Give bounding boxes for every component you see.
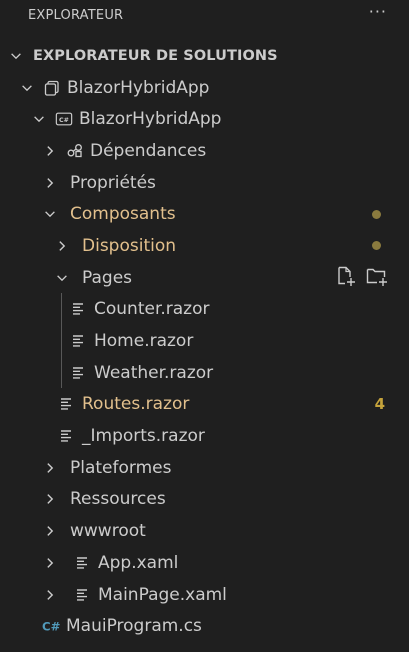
xaml-file-icon xyxy=(74,586,92,604)
chevron-down-icon xyxy=(8,48,24,64)
tree-item-label: Routes.razor xyxy=(82,394,190,415)
razor-file-icon xyxy=(70,332,88,350)
tree-item-label: wwwroot xyxy=(70,521,146,542)
tree-item-label: Counter.razor xyxy=(94,299,210,320)
indent-guide xyxy=(61,293,62,388)
chevron-down-icon xyxy=(42,206,58,222)
razor-file-icon xyxy=(58,395,76,413)
explorer-title: EXPLORATEUR xyxy=(28,7,124,23)
tree-item-label: Ressources xyxy=(70,489,166,510)
solution-explorer-tree: EXPLORATEUR DE SOLUTIONS BlazorHybridApp… xyxy=(0,40,409,642)
chevron-right-icon xyxy=(42,491,58,507)
tree-item-app-xaml[interactable]: App.xaml xyxy=(0,547,409,579)
tree-item-wwwroot[interactable]: wwwroot xyxy=(0,515,409,547)
tree-item-project[interactable]: C# BlazorHybridApp xyxy=(0,103,409,135)
new-file-icon[interactable] xyxy=(335,265,357,291)
tree-item-label: BlazorHybridApp xyxy=(67,77,210,98)
tree-item-label: Propriétés xyxy=(70,172,156,193)
chevron-right-icon xyxy=(42,460,58,476)
chevron-right-icon xyxy=(42,143,58,159)
tree-item-label: Pages xyxy=(82,267,133,288)
tree-item-label: Plateformes xyxy=(70,457,172,478)
tree-item-label: Home.razor xyxy=(94,331,194,352)
tree-item-label: Composants xyxy=(70,204,176,225)
tree-item-imports[interactable]: _Imports.razor xyxy=(0,420,409,452)
tree-item-routes[interactable]: Routes.razor 4 xyxy=(0,389,409,421)
tree-item-properties[interactable]: Propriétés xyxy=(0,167,409,199)
csharp-file-icon: C# xyxy=(42,617,60,635)
tree-item-label: MauiProgram.cs xyxy=(66,616,202,637)
modified-dot xyxy=(372,241,381,251)
razor-file-icon xyxy=(58,427,76,445)
tree-item-mauiprogram[interactable]: C# MauiProgram.cs xyxy=(0,610,409,642)
more-actions-icon[interactable]: ··· xyxy=(369,4,387,20)
solution-icon xyxy=(43,79,61,97)
tree-item-label: App.xaml xyxy=(98,552,179,573)
chevron-right-icon xyxy=(42,523,58,539)
tree-item-solution[interactable]: BlazorHybridApp xyxy=(0,72,409,104)
explorer-header: EXPLORATEUR ··· xyxy=(0,0,409,30)
tree-item-label: BlazorHybridApp xyxy=(79,109,222,130)
razor-file-icon xyxy=(70,364,88,382)
chevron-right-icon xyxy=(42,555,58,571)
modified-dot xyxy=(372,209,381,219)
tree-item-label: MainPage.xaml xyxy=(98,584,227,605)
section-header-solution-explorer[interactable]: EXPLORATEUR DE SOLUTIONS xyxy=(0,40,409,72)
tree-item-label: _Imports.razor xyxy=(82,426,205,447)
tree-item-dependencies[interactable]: Dépendances xyxy=(0,135,409,167)
tree-item-pages[interactable]: Pages xyxy=(0,262,409,294)
tree-item-mainpage-xaml[interactable]: MainPage.xaml xyxy=(0,579,409,611)
xaml-file-icon xyxy=(74,554,92,572)
chevron-right-icon xyxy=(54,238,70,254)
new-folder-icon[interactable] xyxy=(365,265,389,291)
tree-item-label: Dépendances xyxy=(90,140,207,161)
chevron-down-icon xyxy=(19,80,35,96)
csharp-project-icon: C# xyxy=(55,110,73,128)
section-title: EXPLORATEUR DE SOLUTIONS xyxy=(33,47,278,64)
svg-text:C#: C# xyxy=(59,117,69,124)
tree-item-components[interactable]: Composants xyxy=(0,198,409,230)
tree-item-label: Weather.razor xyxy=(94,362,214,383)
chevron-right-icon xyxy=(42,175,58,191)
chevron-down-icon xyxy=(54,270,70,286)
svg-text:C#: C# xyxy=(42,620,60,634)
row-actions xyxy=(335,265,389,291)
chevron-down-icon xyxy=(31,111,47,127)
problems-badge: 4 xyxy=(374,395,385,414)
dependencies-icon xyxy=(66,142,84,160)
chevron-right-icon xyxy=(42,587,58,603)
tree-item-label: Disposition xyxy=(82,235,177,256)
razor-file-icon xyxy=(70,300,88,318)
tree-item-resources[interactable]: Ressources xyxy=(0,484,409,516)
tree-item-layout[interactable]: Disposition xyxy=(0,230,409,262)
tree-item-platforms[interactable]: Plateformes xyxy=(0,452,409,484)
